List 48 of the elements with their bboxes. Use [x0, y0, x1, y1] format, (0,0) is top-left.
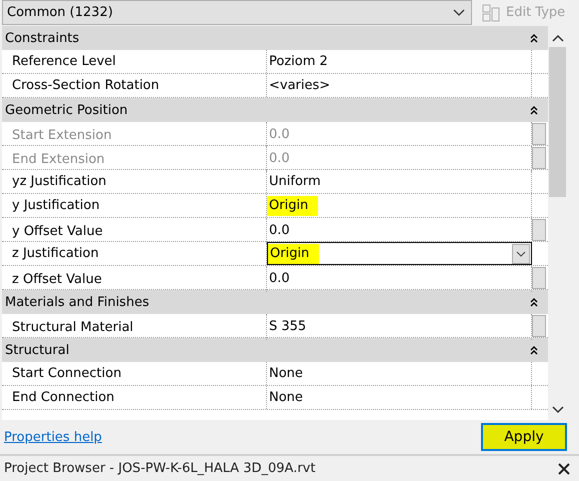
collapse-icon — [530, 297, 538, 307]
property-value: None — [268, 364, 304, 382]
property-value: Origin — [267, 196, 318, 216]
type-selector-dropdown[interactable]: Common (1232) — [2, 0, 472, 25]
property-value: None — [268, 388, 304, 406]
group-title: Materials and Finishes — [5, 294, 150, 310]
property-value: Origin — [268, 244, 320, 264]
property-label: z Justification — [2, 242, 267, 265]
property-value: Uniform — [268, 172, 322, 190]
caret-icon — [453, 8, 465, 16]
group-header[interactable]: Geometric Position — [2, 98, 548, 122]
caret-icon — [512, 244, 530, 264]
close-icon[interactable] — [557, 462, 571, 476]
property-value: 0.0 — [268, 150, 291, 168]
apply-button[interactable]: Apply — [481, 423, 567, 451]
associate-parameter-button[interactable] — [532, 219, 546, 241]
group-title: Structural — [5, 342, 70, 358]
edit-type-icon — [482, 4, 500, 22]
property-label: End Extension — [2, 146, 267, 172]
property-value: 0.0 — [268, 222, 291, 240]
property-label: Start Extension — [2, 122, 267, 148]
group-header[interactable]: Materials and Finishes — [2, 290, 548, 314]
property-label: y Offset Value — [2, 218, 267, 244]
scrollbar-thumb[interactable] — [549, 47, 566, 197]
properties-help-link[interactable]: Properties help — [4, 430, 102, 444]
panel-title: Project Browser - JOS-PW-K-6L_HALA 3D_09A.rvt — [4, 461, 316, 476]
property-value: Poziom 2 — [268, 52, 329, 70]
property-value: 0.0 — [268, 270, 291, 288]
group-header[interactable]: Structural — [2, 338, 548, 362]
property-label: Cross-Section Rotation — [2, 74, 267, 97]
collapse-icon — [530, 105, 538, 115]
property-label: yz Justification — [2, 170, 267, 193]
associate-parameter-button[interactable] — [532, 267, 546, 289]
collapse-icon — [530, 345, 538, 355]
property-value: <varies> — [268, 76, 332, 94]
property-label: Start Connection — [2, 362, 267, 385]
group-title: Constraints — [5, 30, 80, 46]
group-header[interactable]: Constraints — [2, 26, 548, 50]
property-label: End Connection — [2, 386, 267, 409]
property-value: 0.0 — [268, 126, 291, 144]
property-label: Reference Level — [2, 50, 267, 73]
associate-parameter-button[interactable] — [532, 315, 546, 337]
scroll-up-icon[interactable] — [552, 34, 564, 42]
scroll-down-icon[interactable] — [552, 406, 564, 414]
group-title: Geometric Position — [5, 102, 128, 118]
collapse-icon — [530, 33, 538, 43]
property-value: S 355 — [268, 318, 308, 336]
value-dropdown[interactable]: Origin — [267, 242, 532, 265]
